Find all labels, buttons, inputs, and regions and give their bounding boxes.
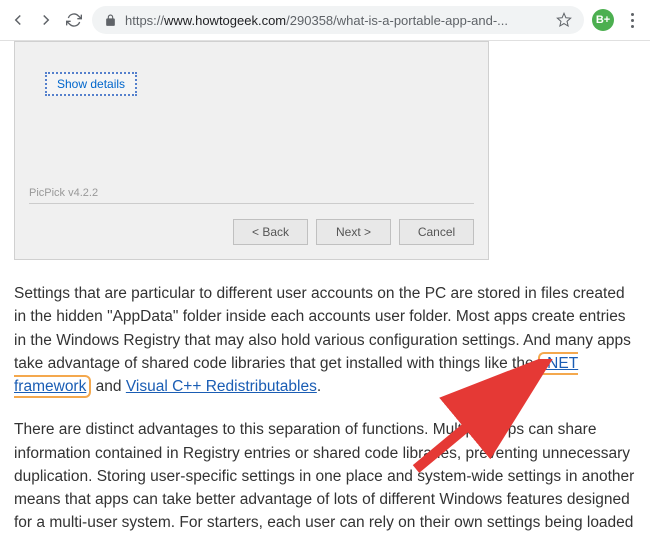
paragraph-2: There are distinct advantages to this se… <box>14 418 636 534</box>
next-button: Next > <box>316 219 391 245</box>
back-button: < Back <box>233 219 308 245</box>
visual-cpp-link[interactable]: Visual C++ Redistributables <box>126 378 317 395</box>
article-body: Settings that are particular to differen… <box>14 282 636 535</box>
menu-icon[interactable] <box>622 13 642 28</box>
star-icon[interactable] <box>556 12 572 28</box>
show-details-button: Show details <box>45 72 137 96</box>
url-text: https://www.howtogeek.com/290358/what-is… <box>125 13 508 28</box>
paragraph-1: Settings that are particular to differen… <box>14 282 636 398</box>
page-content: Show details PicPick v4.2.2 < Back Next … <box>0 41 650 535</box>
installer-screenshot: Show details PicPick v4.2.2 < Back Next … <box>14 41 489 260</box>
version-label: PicPick v4.2.2 <box>29 187 98 199</box>
cancel-button: Cancel <box>399 219 474 245</box>
forward-icon[interactable] <box>36 10 56 30</box>
installer-buttons: < Back Next > Cancel <box>233 219 474 245</box>
reload-icon[interactable] <box>64 10 84 30</box>
back-icon[interactable] <box>8 10 28 30</box>
url-bar[interactable]: https://www.howtogeek.com/290358/what-is… <box>92 6 584 34</box>
divider <box>29 203 474 204</box>
browser-toolbar: https://www.howtogeek.com/290358/what-is… <box>0 0 650 41</box>
lock-icon <box>104 14 117 27</box>
extension-badge[interactable]: B+ <box>592 9 614 31</box>
